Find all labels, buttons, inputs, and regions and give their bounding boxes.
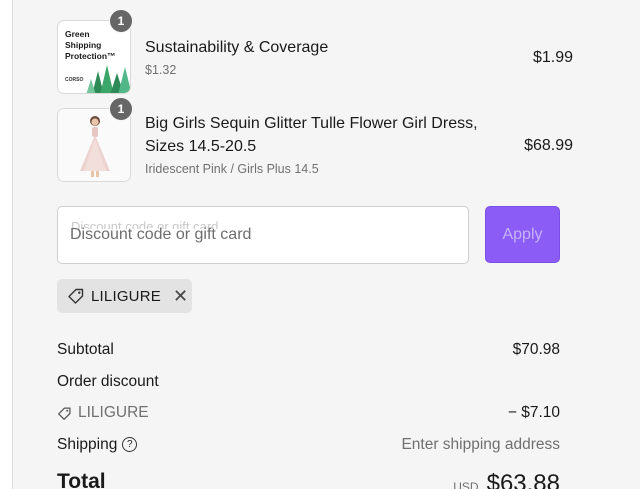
- quantity-badge: 1: [109, 97, 133, 121]
- currency-code: USD: [453, 480, 479, 489]
- corso-logo: CORSO: [65, 77, 84, 83]
- discount-value: − $7.10: [507, 404, 560, 421]
- shipping-label: Shipping?: [57, 436, 138, 453]
- item-title: Sustainability & Coverage: [145, 39, 329, 56]
- total-row: Total USD $63.88: [57, 470, 560, 489]
- order-discount-label: Order discount: [57, 373, 159, 390]
- applied-discount-chip: LILIGURE ✕: [57, 279, 192, 313]
- total-value: $63.88: [486, 470, 560, 489]
- quantity-badge: 1: [109, 9, 133, 33]
- discount-placeholder: Discount code or gift card: [70, 226, 252, 243]
- subtotal-row: Subtotal $70.98: [57, 341, 560, 359]
- apply-button[interactable]: Apply: [485, 206, 560, 263]
- item-info: Big Girls Sequin Glitter Tulle Flower Gi…: [145, 112, 485, 176]
- item-title: Big Girls Sequin Glitter Tulle Flower Gi…: [145, 115, 478, 155]
- discount-code-row: LILIGURE − $7.10: [57, 404, 560, 422]
- item-price: $68.99: [524, 137, 573, 154]
- tag-icon: [58, 406, 71, 420]
- item-price: $1.99: [532, 49, 573, 66]
- shipping-row: Shipping? Enter shipping address: [57, 436, 560, 454]
- order-summary-panel: Green Shipping Protection™ CORSO 1 Susta…: [12, 0, 640, 489]
- remove-discount-icon[interactable]: ✕: [173, 287, 188, 305]
- item-info: Sustainability & Coverage $1.32: [145, 36, 485, 77]
- trees-icon: [86, 65, 130, 93]
- discount-code-label: LILIGURE: [91, 287, 161, 305]
- tag-icon: [68, 288, 84, 304]
- subtotal-label: Subtotal: [57, 341, 114, 358]
- discount-code-row-label: LILIGURE: [57, 404, 560, 422]
- subtotal-value: $70.98: [512, 341, 560, 358]
- total-label: Total: [57, 470, 106, 489]
- item-subtitle: $1.32: [145, 63, 177, 77]
- item-subtitle: Iridescent Pink / Girls Plus 14.5: [145, 162, 319, 176]
- line-item: 1 Big Girls Sequin Glitter Tulle Flower …: [57, 97, 573, 184]
- order-discount-row: Order discount: [57, 373, 560, 391]
- shipping-value: Enter shipping address: [401, 436, 560, 453]
- discount-code-input[interactable]: Discount code or gift card Discount code…: [57, 206, 469, 264]
- thumbnail-text: Green Shipping Protection™: [65, 29, 116, 61]
- help-icon[interactable]: ?: [122, 437, 138, 453]
- line-item: Green Shipping Protection™ CORSO 1 Susta…: [57, 9, 573, 96]
- total-value-group: USD $63.88: [453, 470, 560, 489]
